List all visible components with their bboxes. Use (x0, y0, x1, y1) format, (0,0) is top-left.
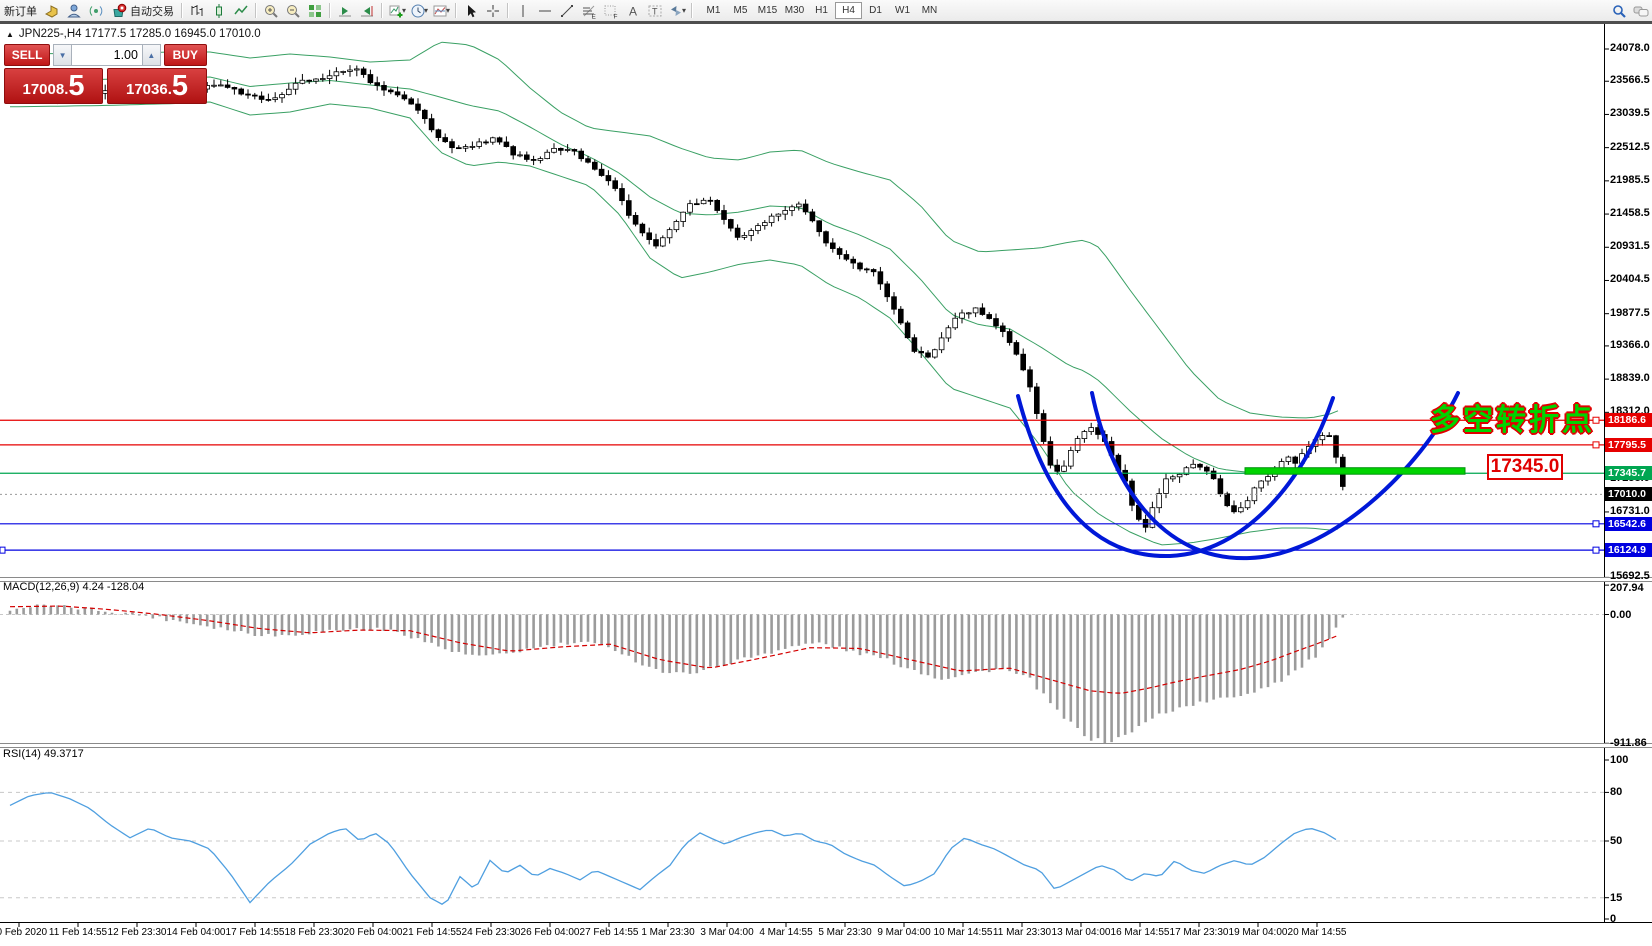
toolbar: 新订单 自动交易 ▾ ▾ ▾ E F A T ▾ M1M5M15M30H1H4D1W1MN (0, 0, 1652, 21)
periods-icon[interactable]: ▾ (408, 1, 430, 20)
support-bar-annotation[interactable] (1245, 468, 1465, 475)
signal-icon[interactable] (85, 1, 107, 20)
toolbar-separator (181, 3, 183, 18)
macd-label: MACD(12,26,9) 4.24 -128.04 (3, 581, 144, 593)
sell-price-frac: 5 (68, 72, 84, 100)
dropdown-arrow-icon[interactable]: ▾ (424, 6, 428, 15)
horizontal-line-icon[interactable] (534, 1, 556, 20)
timeframe-button-h1[interactable]: H1 (808, 2, 835, 19)
bar-chart-icon[interactable] (186, 1, 208, 20)
svg-text:E: E (592, 13, 597, 19)
text-icon[interactable]: A (622, 1, 644, 20)
sell-price-main: 17008 (22, 80, 64, 100)
toolbar-separator (455, 3, 457, 18)
timeframe-button-m30[interactable]: M30 (781, 2, 808, 19)
chart-title-bar: ▲ JPN225-,H4 17177.5 17285.0 16945.0 170… (6, 28, 261, 40)
buy-price-frac: 5 (172, 72, 188, 100)
candlestick-chart-icon[interactable] (208, 1, 230, 20)
zoom-in-icon[interactable] (260, 1, 282, 20)
candlesticks[interactable] (8, 65, 1346, 532)
toolbar-separator (381, 3, 383, 18)
tile-windows-icon[interactable] (304, 1, 326, 20)
chart-shift-icon[interactable] (356, 1, 378, 20)
trendline-icon[interactable] (556, 1, 578, 20)
rsi-line (10, 793, 1336, 904)
horizontal-level-lines[interactable] (0, 417, 1604, 553)
line-anchor-handle[interactable] (0, 547, 5, 553)
toolbar-bottom-strip (0, 21, 1652, 24)
timeframe-button-h4[interactable]: H4 (835, 2, 862, 19)
rsi-panel-separator[interactable] (0, 743, 1652, 748)
sell-price-button[interactable]: 17008.5 (4, 68, 103, 104)
timeframe-button-m5[interactable]: M5 (727, 2, 754, 19)
toolbar-separator (507, 3, 509, 18)
cup-arc-annotations[interactable] (1018, 393, 1458, 558)
timeframe-button-m1[interactable]: M1 (700, 2, 727, 19)
svg-text:T: T (652, 6, 658, 16)
auto-scroll-icon[interactable] (334, 1, 356, 20)
chat-icon[interactable] (1630, 1, 1652, 20)
equidistant-channel-icon[interactable]: E (578, 1, 600, 20)
auto-trading-button[interactable]: 自动交易 (107, 1, 178, 20)
price-callout-box[interactable]: 17345.0 (1487, 454, 1563, 480)
bollinger-bands (10, 42, 1338, 545)
cursor-icon[interactable] (460, 1, 482, 20)
toolbar-separator (255, 3, 257, 18)
crosshair-icon[interactable] (482, 1, 504, 20)
auto-trading-button-label: 自动交易 (130, 3, 174, 19)
dropdown-arrow-icon[interactable]: ▾ (682, 6, 686, 15)
svg-text:A: A (629, 4, 637, 18)
timeframe-button-m15[interactable]: M15 (754, 2, 781, 19)
one-click-trade-panel: SELL ▼ ▲ BUY 17008.5 17036.5 (4, 44, 207, 104)
volume-decrease-button[interactable]: ▼ (53, 44, 72, 66)
buy-price-button[interactable]: 17036.5 (107, 68, 207, 104)
rsi-label: RSI(14) 49.3717 (3, 748, 84, 760)
indicators-icon[interactable]: ▾ (386, 1, 408, 20)
collapse-triangle-icon[interactable]: ▲ (6, 30, 14, 39)
dropdown-arrow-icon[interactable]: ▾ (402, 6, 406, 15)
new-order-button-label: 新订单 (4, 3, 37, 19)
buy-button[interactable]: BUY (164, 44, 207, 66)
time-axis[interactable] (0, 922, 1652, 946)
line-chart-icon[interactable] (230, 1, 252, 20)
macd-histogram (10, 604, 1343, 743)
svg-text:F: F (614, 13, 618, 19)
turning-point-annotation[interactable]: 多空转折点 (1430, 395, 1595, 439)
text-label-icon[interactable]: T (644, 1, 666, 20)
zoom-out-icon[interactable] (282, 1, 304, 20)
toolbar-separator (691, 3, 693, 18)
timeframe-toolbar: M1M5M15M30H1H4D1W1MN (700, 2, 943, 19)
timeframe-button-d1[interactable]: D1 (862, 2, 889, 19)
search-icon[interactable] (1608, 1, 1630, 20)
price-scale[interactable] (1604, 24, 1652, 922)
templates-icon[interactable]: ▾ (430, 1, 452, 20)
arrows-icon[interactable]: ▾ (666, 1, 688, 20)
macd-panel-separator[interactable] (0, 577, 1652, 582)
toolbar-separator (329, 3, 331, 18)
timeframe-button-mn[interactable]: MN (916, 2, 943, 19)
profile-icon[interactable] (63, 1, 85, 20)
vertical-line-icon[interactable] (512, 1, 534, 20)
dropdown-arrow-icon[interactable]: ▾ (446, 6, 450, 15)
new-order-button[interactable]: 新订单 (0, 1, 41, 20)
sell-button[interactable]: SELL (4, 44, 50, 66)
timeframe-button-w1[interactable]: W1 (889, 2, 916, 19)
chart-stack-icon[interactable] (41, 1, 63, 20)
chart-title: JPN225-,H4 17177.5 17285.0 16945.0 17010… (19, 28, 261, 40)
buy-price-main: 17036 (126, 80, 168, 100)
volume-increase-button[interactable]: ▲ (142, 44, 161, 66)
fibonacci-icon[interactable]: F (600, 1, 622, 20)
chart-canvas[interactable] (0, 0, 1652, 946)
volume-input[interactable] (72, 44, 142, 66)
